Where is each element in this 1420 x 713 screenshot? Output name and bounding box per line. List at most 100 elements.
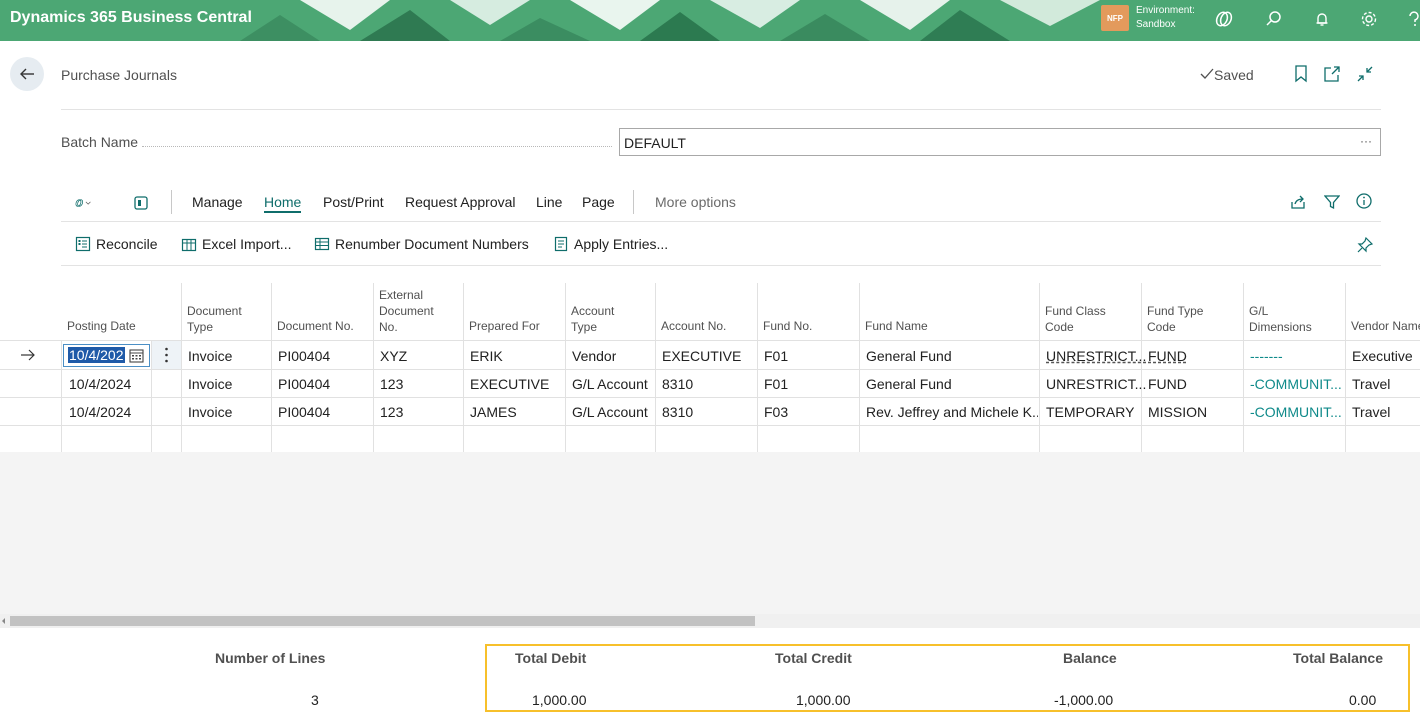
- cell-posting-date[interactable]: 10/4/2024: [69, 404, 131, 420]
- cell-fund-type[interactable]: FUND: [1148, 376, 1187, 392]
- action-post-print[interactable]: Post/Print: [323, 194, 384, 210]
- cell-fund-name[interactable]: General Fund: [866, 376, 952, 392]
- help-icon[interactable]: [1402, 7, 1420, 31]
- layout-icon[interactable]: [133, 195, 149, 211]
- action-separator: [171, 190, 172, 214]
- cell-document-no[interactable]: PI00404: [278, 376, 330, 392]
- action-line[interactable]: Line: [536, 194, 562, 210]
- cell-vendor-name[interactable]: Travel: [1352, 404, 1420, 420]
- col-fund-class-code[interactable]: Fund Class Code: [1045, 303, 1106, 335]
- grid-col-line: [463, 283, 464, 452]
- cell-fund-class[interactable]: UNRESTRICT...: [1046, 376, 1146, 392]
- grid-empty-area: [0, 452, 1420, 614]
- cell-fund-no[interactable]: F01: [764, 348, 788, 364]
- action-more-options[interactable]: More options: [655, 194, 736, 210]
- col-account-type[interactable]: Account Type: [571, 303, 614, 335]
- cell-posting-date[interactable]: 10/4/2024: [69, 376, 131, 392]
- excel-import-button[interactable]: Excel Import...: [181, 236, 291, 252]
- col-document-no[interactable]: Document No.: [277, 318, 354, 334]
- cell-account-type[interactable]: G/L Account: [572, 404, 648, 420]
- col-external-line3: No.: [379, 320, 398, 334]
- col-vendor-name[interactable]: Vendor Name: [1351, 318, 1420, 334]
- apply-entries-button[interactable]: Apply Entries...: [553, 236, 668, 252]
- cell-account-type[interactable]: Vendor: [572, 348, 616, 364]
- action-request-approval[interactable]: Request Approval: [405, 194, 516, 210]
- cell-vendor-name[interactable]: Executive: [1352, 348, 1420, 364]
- action-page[interactable]: Page: [582, 194, 615, 210]
- col-posting-date[interactable]: Posting Date: [67, 318, 136, 334]
- col-account-no[interactable]: Account No.: [661, 318, 726, 334]
- col-prepared-for[interactable]: Prepared For: [469, 318, 540, 334]
- cell-account-type[interactable]: G/L Account: [572, 376, 648, 392]
- col-fund-class-line1: Fund Class: [1045, 304, 1106, 318]
- saved-status: Saved: [1200, 67, 1254, 83]
- row-actions-button[interactable]: [152, 341, 181, 369]
- cell-external-doc-no[interactable]: 123: [380, 376, 403, 392]
- search-icon[interactable]: [1262, 7, 1286, 31]
- bookmark-icon[interactable]: [1291, 64, 1311, 84]
- renumber-button[interactable]: Renumber Document Numbers: [314, 236, 529, 252]
- action-home[interactable]: Home: [264, 194, 302, 213]
- cell-gl-dimensions[interactable]: -COMMUNIT...: [1250, 376, 1342, 392]
- calendar-icon[interactable]: [128, 347, 144, 363]
- cell-document-no[interactable]: PI00404: [278, 348, 330, 364]
- scrollbar-thumb[interactable]: [10, 616, 755, 626]
- action-manage[interactable]: Manage: [192, 194, 243, 210]
- reconcile-button[interactable]: Reconcile: [75, 236, 157, 252]
- col-fund-no[interactable]: Fund No.: [763, 318, 812, 334]
- cell-prepared-for[interactable]: EXECUTIVE: [470, 376, 549, 392]
- grid-col-line: [757, 283, 758, 452]
- batch-lookup-button[interactable]: ···: [1360, 134, 1372, 148]
- open-new-window-icon[interactable]: [1322, 64, 1342, 84]
- cell-fund-type[interactable]: MISSION: [1148, 404, 1207, 420]
- col-document-type-line2: Type: [187, 320, 214, 334]
- reconcile-label: Reconcile: [96, 236, 158, 252]
- posting-date-selected-text[interactable]: 10/4/202: [68, 347, 125, 363]
- cell-account-no[interactable]: 8310: [662, 404, 693, 420]
- col-fund-type-code[interactable]: Fund Type Code: [1147, 303, 1203, 335]
- cell-prepared-for[interactable]: JAMES: [470, 404, 517, 420]
- cell-fund-class[interactable]: UNRESTRICT...: [1046, 348, 1146, 364]
- copilot-actions-icon[interactable]: [75, 195, 91, 211]
- cell-document-type[interactable]: Invoice: [188, 404, 232, 420]
- cell-document-type[interactable]: Invoice: [188, 348, 232, 364]
- cell-gl-dimensions[interactable]: -------: [1250, 348, 1283, 364]
- cell-fund-class[interactable]: TEMPORARY: [1046, 404, 1134, 420]
- filter-icon[interactable]: [1324, 194, 1340, 210]
- horizontal-scrollbar[interactable]: [0, 614, 1420, 628]
- cell-fund-name[interactable]: General Fund: [866, 348, 952, 364]
- cell-external-doc-no[interactable]: XYZ: [380, 348, 407, 364]
- copilot-icon[interactable]: [1212, 7, 1236, 31]
- info-icon[interactable]: [1356, 193, 1372, 209]
- cell-fund-no[interactable]: F03: [764, 404, 788, 420]
- col-document-type[interactable]: Document Type: [187, 303, 242, 335]
- col-gl-dims-line1: G/L: [1249, 304, 1269, 318]
- cell-fund-no[interactable]: F01: [764, 376, 788, 392]
- share-icon[interactable]: [1290, 194, 1306, 210]
- col-gl-dimensions[interactable]: G/L Dimensions: [1249, 303, 1312, 335]
- cell-account-no[interactable]: EXECUTIVE: [662, 348, 741, 364]
- cell-fund-type[interactable]: FUND: [1148, 348, 1187, 364]
- back-button[interactable]: [10, 57, 44, 91]
- cell-document-type[interactable]: Invoice: [188, 376, 232, 392]
- cell-gl-dimensions[interactable]: -COMMUNIT...: [1250, 404, 1342, 420]
- pin-icon[interactable]: [1357, 237, 1373, 253]
- cell-prepared-for[interactable]: ERIK: [470, 348, 503, 364]
- col-fund-name[interactable]: Fund Name: [865, 318, 928, 334]
- batch-name-input[interactable]: DEFAULT: [619, 128, 1381, 156]
- collapse-icon[interactable]: [1355, 64, 1375, 84]
- scroll-left-icon[interactable]: [1, 614, 7, 628]
- page-title: Purchase Journals: [61, 67, 177, 83]
- bell-icon[interactable]: [1310, 7, 1334, 31]
- gear-icon[interactable]: [1357, 7, 1381, 31]
- actionbar-divider: [61, 221, 1381, 222]
- cell-document-no[interactable]: PI00404: [278, 404, 330, 420]
- renumber-icon: [314, 236, 330, 252]
- cell-vendor-name[interactable]: Travel: [1352, 376, 1420, 392]
- cell-account-no[interactable]: 8310: [662, 376, 693, 392]
- cell-external-doc-no[interactable]: 123: [380, 404, 403, 420]
- col-external-document-no[interactable]: External Document No.: [379, 287, 434, 335]
- environment-badge[interactable]: NFP: [1101, 5, 1129, 31]
- cell-fund-name[interactable]: Rev. Jeffrey and Michele K...: [866, 404, 1038, 420]
- subaction-divider: [61, 265, 1381, 266]
